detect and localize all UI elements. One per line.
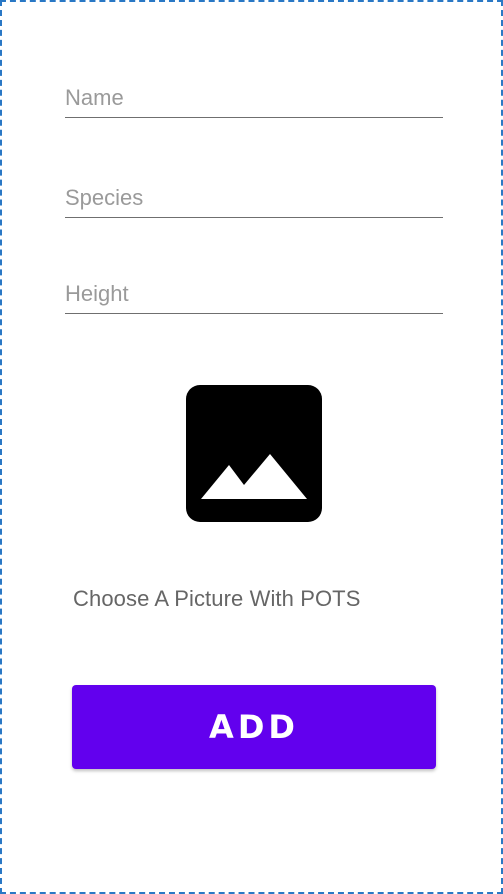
height-input[interactable] (65, 274, 443, 313)
image-icon (201, 454, 307, 499)
name-input[interactable] (65, 78, 443, 117)
name-field (65, 78, 443, 118)
image-picker-button[interactable] (186, 385, 322, 522)
screen: Choose A Picture With POTS ADD (0, 0, 503, 894)
species-field (65, 178, 443, 218)
species-input[interactable] (65, 178, 443, 217)
choose-picture-hint: Choose A Picture With POTS (73, 586, 361, 611)
height-field (65, 274, 443, 314)
add-button[interactable]: ADD (72, 685, 436, 769)
